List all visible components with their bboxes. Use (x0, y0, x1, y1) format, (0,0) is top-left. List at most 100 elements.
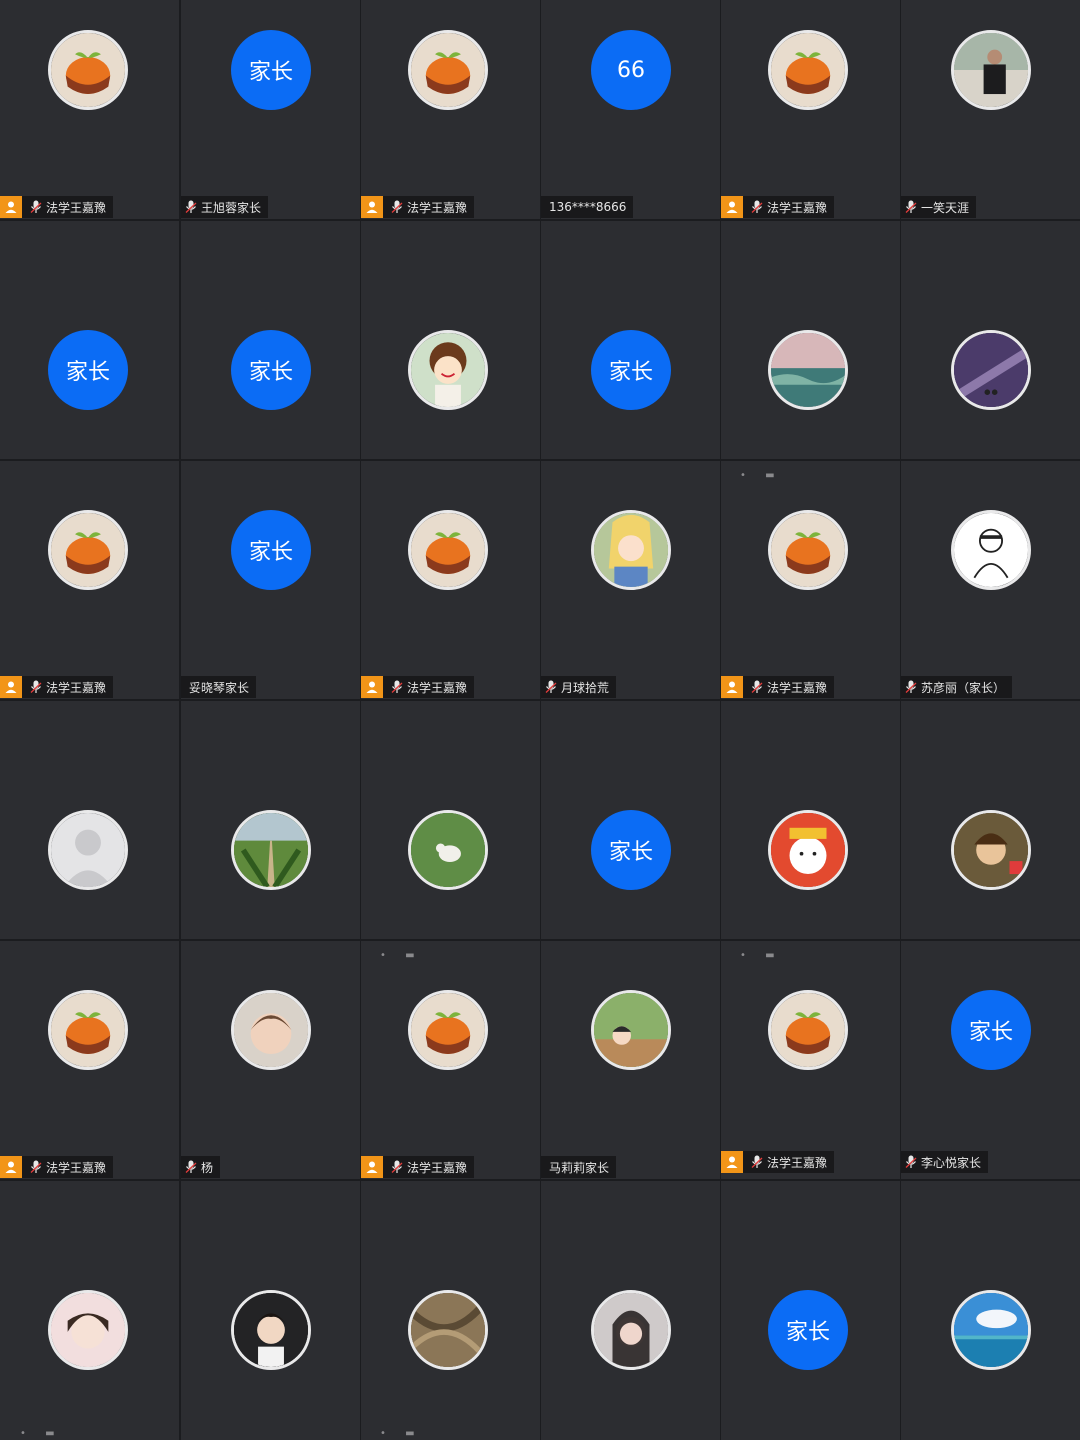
microphone-icon (751, 680, 763, 693)
host-person-icon (726, 201, 738, 213)
participant-avatar[interactable] (48, 1290, 128, 1370)
participant-avatar[interactable]: 家长 (591, 330, 671, 410)
participant-avatar[interactable] (408, 1290, 488, 1370)
participant-avatar[interactable] (48, 990, 128, 1070)
participant-avatar[interactable] (48, 810, 128, 890)
participant-name: 妥晓琴家长 (189, 680, 250, 695)
participant-name-label: 法学王嘉豫 (0, 1156, 114, 1178)
participant-avatar[interactable]: 家长 (231, 510, 311, 590)
participant-avatar[interactable] (951, 1290, 1031, 1370)
participant-avatar[interactable] (768, 810, 848, 890)
host-badge (0, 676, 22, 698)
participant-avatar[interactable] (951, 810, 1031, 890)
participant-name: 一笑天涯 (921, 200, 970, 215)
avatar-text: 家长 (248, 540, 293, 565)
page-indicator-dots: • ▬ (20, 1428, 63, 1439)
participant-avatar[interactable] (408, 510, 488, 590)
participant-name: 杨 (201, 1160, 214, 1175)
participant-avatar[interactable] (408, 810, 488, 890)
participant-name: 法学王嘉豫 (46, 200, 107, 215)
avatar-text: 家长 (608, 360, 653, 385)
host-person-icon (726, 681, 738, 693)
avatar-text: 家长 (248, 60, 293, 85)
participant-avatar[interactable] (951, 510, 1031, 590)
host-badge (0, 1156, 22, 1178)
participant-avatar[interactable]: 家长 (768, 1290, 848, 1370)
host-person-icon (726, 1156, 738, 1168)
participant-name: 法学王嘉豫 (407, 680, 468, 695)
host-badge (721, 196, 743, 218)
participant-avatar[interactable]: 家长 (231, 30, 311, 110)
participant-name-label: 法学王嘉豫 (361, 676, 475, 698)
participant-name: 136****8666 (549, 200, 627, 214)
participant-name-label: 王旭蓉家长 (181, 196, 269, 218)
host-badge (0, 196, 22, 218)
participant-avatar[interactable] (48, 30, 128, 110)
host-badge (361, 676, 383, 698)
page-indicator-dots: • ▬ (380, 950, 423, 961)
participant-name-label: 马莉莉家长 (541, 1156, 617, 1178)
microphone-icon (185, 1160, 197, 1173)
participant-name-label: 一笑天涯 (901, 196, 977, 218)
participant-name: 法学王嘉豫 (407, 1160, 468, 1175)
participant-avatar[interactable]: 66 (591, 30, 671, 110)
participant-name-label: 法学王嘉豫 (361, 196, 475, 218)
avatar-text: 家长 (968, 1020, 1013, 1045)
participant-name: 法学王嘉豫 (407, 200, 468, 215)
host-person-icon (366, 1161, 378, 1173)
participant-name: 王旭蓉家长 (201, 200, 262, 215)
host-badge (721, 676, 743, 698)
participant-avatar[interactable] (768, 330, 848, 410)
participant-avatar[interactable] (231, 1290, 311, 1370)
participant-avatar[interactable] (591, 1290, 671, 1370)
participant-name: 法学王嘉豫 (46, 680, 107, 695)
participant-avatar[interactable]: 家长 (951, 990, 1031, 1070)
participant-name: 法学王嘉豫 (767, 1155, 828, 1170)
host-person-icon (5, 681, 17, 693)
avatar-text: 66 (617, 57, 645, 83)
participant-avatar[interactable] (231, 810, 311, 890)
participant-avatar[interactable] (231, 990, 311, 1070)
avatar-text: 家长 (65, 360, 110, 385)
participant-avatar[interactable] (408, 990, 488, 1070)
participant-name: 月球拾荒 (561, 680, 610, 695)
microphone-icon (391, 200, 403, 213)
participant-avatar[interactable]: 家长 (48, 330, 128, 410)
host-badge (361, 196, 383, 218)
host-badge (721, 1151, 743, 1173)
participant-avatar[interactable]: 家长 (591, 810, 671, 890)
participant-name-label: 法学王嘉豫 (721, 676, 835, 698)
avatar-text: 家长 (248, 360, 293, 385)
participant-avatar[interactable] (951, 30, 1031, 110)
participant-avatar[interactable] (768, 510, 848, 590)
page-indicator-dots: • ▬ (380, 1428, 423, 1439)
microphone-icon (751, 200, 763, 213)
participant-name: 苏彦丽（家长） (921, 680, 1006, 695)
participant-name: 马莉莉家长 (549, 1160, 610, 1175)
participant-name-label: 法学王嘉豫 (0, 676, 114, 698)
microphone-icon (30, 1160, 42, 1173)
participant-avatar[interactable]: 家长 (231, 330, 311, 410)
avatar-text: 家长 (785, 1320, 830, 1345)
participant-avatar[interactable] (768, 990, 848, 1070)
microphone-icon (30, 200, 42, 213)
participant-avatar[interactable] (48, 510, 128, 590)
participant-avatar[interactable] (591, 990, 671, 1070)
participant-avatar[interactable] (408, 30, 488, 110)
participant-avatar[interactable] (408, 330, 488, 410)
participant-name: 李心悦家长 (921, 1155, 982, 1170)
participant-name-label: 法学王嘉豫 (721, 196, 835, 218)
participant-avatar[interactable] (951, 330, 1031, 410)
participant-avatar[interactable] (591, 510, 671, 590)
microphone-icon (905, 200, 917, 213)
microphone-icon (30, 680, 42, 693)
participant-name-label: 法学王嘉豫 (361, 1156, 475, 1178)
participant-name-label: 法学王嘉豫 (721, 1151, 835, 1173)
page-indicator-dots: • ▬ (740, 470, 783, 481)
participant-name-label: 杨 (181, 1156, 221, 1178)
host-person-icon (5, 1161, 17, 1173)
microphone-icon (545, 680, 557, 693)
participant-avatar[interactable] (768, 30, 848, 110)
microphone-icon (185, 200, 197, 213)
host-person-icon (366, 201, 378, 213)
